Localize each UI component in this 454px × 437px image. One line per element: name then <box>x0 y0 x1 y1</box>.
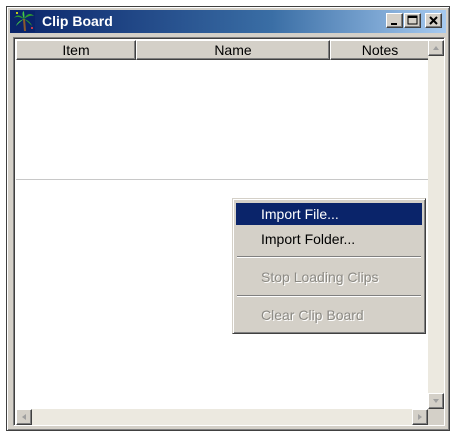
arrow-right-icon <box>418 414 422 420</box>
minimize-icon <box>391 23 397 25</box>
column-header-notes[interactable]: Notes <box>330 40 430 60</box>
horizontal-scrollbar[interactable] <box>16 409 428 425</box>
menu-separator <box>237 295 421 297</box>
size-grip[interactable] <box>428 409 444 425</box>
vertical-scrollbar[interactable] <box>428 40 444 409</box>
column-header-name[interactable]: Name <box>136 40 330 60</box>
scroll-right-button[interactable] <box>412 409 428 425</box>
arrow-down-icon <box>433 399 439 403</box>
menu-item-stop-loading-clips[interactable]: Stop Loading Clips <box>236 266 422 288</box>
scroll-left-button[interactable] <box>16 409 32 425</box>
palm-tree-icon <box>13 11 35 32</box>
title-bar[interactable]: Clip Board <box>10 10 446 33</box>
menu-item-clear-clip-board[interactable]: Clear Clip Board <box>236 304 422 326</box>
close-icon <box>429 16 438 25</box>
list-divider <box>16 179 428 180</box>
menu-item-import-folder[interactable]: Import Folder... <box>236 228 422 250</box>
maximize-button[interactable] <box>404 13 421 28</box>
window-title: Clip Board <box>42 13 113 29</box>
close-button[interactable] <box>425 13 442 28</box>
column-header-item[interactable]: Item <box>16 40 136 60</box>
menu-item-import-file[interactable]: Import File... <box>236 203 422 225</box>
scroll-down-button[interactable] <box>428 393 444 409</box>
minimize-button[interactable] <box>386 13 403 28</box>
arrow-up-icon <box>433 46 439 50</box>
context-menu: Import File... Import Folder... Stop Loa… <box>232 198 426 334</box>
list-header: Item Name Notes <box>16 40 430 60</box>
scroll-up-button[interactable] <box>428 40 444 56</box>
menu-separator <box>237 256 421 258</box>
arrow-left-icon <box>22 414 26 420</box>
maximize-icon <box>407 15 418 25</box>
